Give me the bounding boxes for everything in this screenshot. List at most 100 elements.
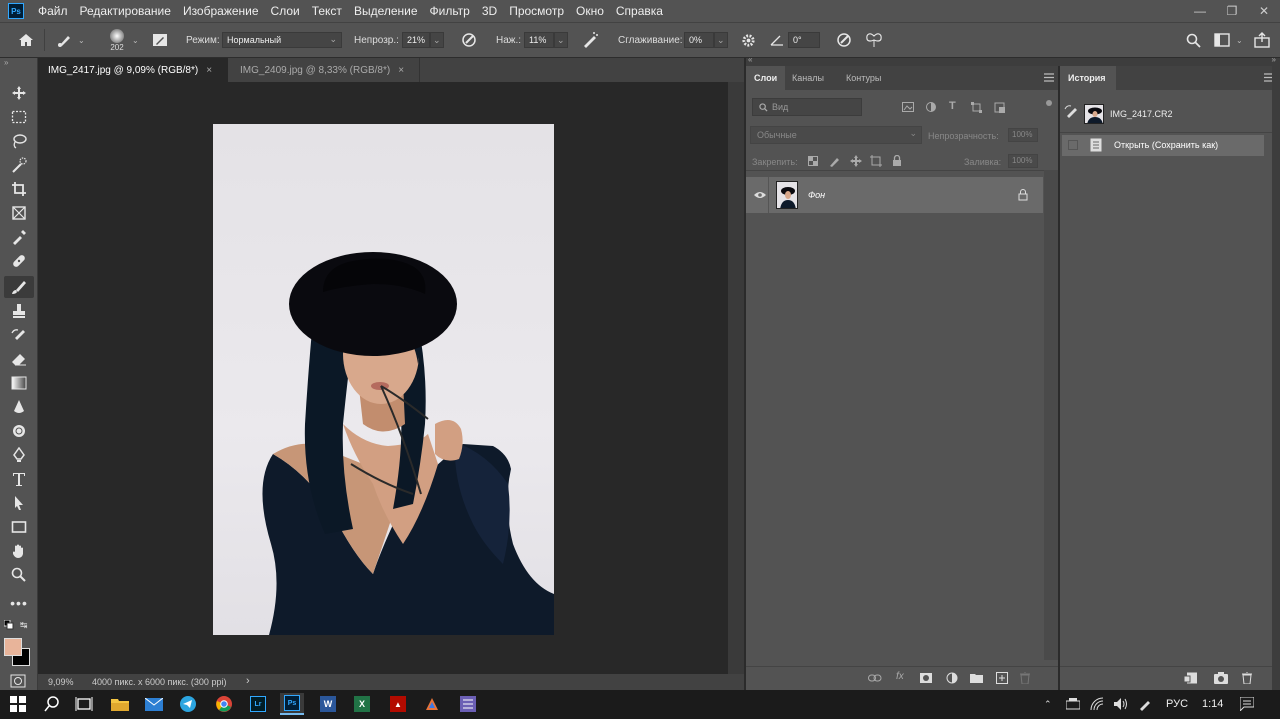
snapshot-name[interactable]: IMG_2417.CR2 bbox=[1110, 109, 1173, 119]
path-selection-tool-icon[interactable] bbox=[4, 492, 34, 514]
layer-opacity-field[interactable]: 100% bbox=[1008, 128, 1038, 142]
clone-stamp-tool-icon[interactable] bbox=[4, 300, 34, 322]
menu-help[interactable]: Справка bbox=[610, 0, 669, 22]
gear-icon[interactable] bbox=[738, 23, 758, 57]
close-tab-icon[interactable]: × bbox=[206, 65, 212, 76]
crop-tool-icon[interactable] bbox=[4, 178, 34, 200]
show-hidden-icons-icon[interactable]: ⌃ bbox=[1044, 699, 1052, 710]
lightroom-icon[interactable]: Lr bbox=[246, 693, 270, 715]
chevron-down-icon[interactable]: ⌄ bbox=[78, 23, 85, 57]
chevron-down-icon[interactable]: ⌄ bbox=[1236, 23, 1243, 57]
filter-toggle-icon[interactable] bbox=[1046, 100, 1052, 106]
pen-input-icon[interactable] bbox=[1138, 697, 1152, 714]
camera-snapshot-icon[interactable] bbox=[1214, 672, 1228, 687]
new-group-icon[interactable] bbox=[970, 673, 983, 686]
excel-icon[interactable]: X bbox=[350, 693, 374, 715]
search-icon[interactable] bbox=[40, 693, 64, 715]
menu-filter[interactable]: Фильтр bbox=[424, 0, 476, 22]
vertical-scrollbar[interactable] bbox=[728, 82, 744, 674]
mail-icon[interactable] bbox=[142, 693, 166, 715]
smoothing-field[interactable]: 0% ⌄ bbox=[684, 23, 728, 57]
history-item[interactable]: Открыть (Сохранить как) bbox=[1062, 135, 1264, 156]
dodge-tool-icon[interactable] bbox=[4, 420, 34, 442]
filter-type-icon[interactable]: T bbox=[949, 100, 956, 112]
collapse-panels-icon[interactable]: » bbox=[1272, 55, 1276, 64]
delete-state-icon[interactable] bbox=[1242, 671, 1252, 687]
fill-field[interactable]: 100% bbox=[1008, 154, 1038, 168]
file-explorer-icon[interactable] bbox=[108, 693, 132, 715]
rectangle-tool-icon[interactable] bbox=[4, 516, 34, 538]
type-tool-icon[interactable] bbox=[4, 468, 34, 490]
zoom-level[interactable]: 9,09% bbox=[48, 677, 74, 687]
menu-view[interactable]: Просмотр bbox=[503, 0, 570, 22]
chevron-down-icon[interactable]: ⌄ bbox=[132, 23, 139, 57]
menu-layers[interactable]: Слои bbox=[265, 0, 306, 22]
panel-menu-icon[interactable] bbox=[1044, 73, 1054, 85]
close-icon[interactable]: ✕ bbox=[1248, 0, 1280, 22]
language-indicator[interactable]: РУС bbox=[1166, 698, 1188, 710]
pressure-opacity-icon[interactable] bbox=[458, 23, 480, 57]
gradient-tool-icon[interactable] bbox=[4, 372, 34, 394]
default-colors-icon[interactable] bbox=[3, 619, 14, 630]
minimize-icon[interactable]: — bbox=[1184, 0, 1216, 22]
opacity-field[interactable]: 21% ⌄ bbox=[402, 23, 444, 57]
network-device-icon[interactable] bbox=[1065, 698, 1081, 713]
pressure-size-icon[interactable] bbox=[834, 23, 854, 57]
layer-name[interactable]: Фон bbox=[808, 190, 825, 200]
right-dock-strip[interactable] bbox=[1272, 66, 1280, 690]
share-icon[interactable] bbox=[1252, 23, 1272, 57]
acrobat-icon[interactable]: ▲ bbox=[386, 693, 410, 715]
lock-position-icon[interactable] bbox=[850, 155, 862, 170]
collapse-panels-icon[interactable]: « bbox=[748, 55, 752, 64]
filter-pixel-icon[interactable] bbox=[902, 102, 914, 115]
tab-img-2409[interactable]: IMG_2409.jpg @ 8,33% (RGB/8*) × bbox=[230, 58, 420, 82]
notification-icon[interactable] bbox=[1239, 696, 1255, 714]
lock-all-icon[interactable] bbox=[892, 154, 902, 170]
chevron-down-icon[interactable]: ⌄ bbox=[554, 32, 568, 48]
clock[interactable]: 1:14 bbox=[1202, 698, 1223, 710]
tab-layers[interactable]: Слои bbox=[746, 66, 786, 90]
layer-lock-icon[interactable] bbox=[1018, 189, 1028, 204]
quick-mask-icon[interactable] bbox=[10, 674, 26, 691]
brush-size-picker[interactable]: 202 bbox=[102, 23, 132, 57]
history-brush-source-icon[interactable] bbox=[1064, 104, 1080, 121]
eyedropper-tool-icon[interactable] bbox=[4, 226, 34, 248]
calculator-app-icon[interactable] bbox=[456, 693, 480, 715]
home-icon[interactable] bbox=[14, 23, 38, 57]
photoshop-taskbar-icon[interactable]: Ps bbox=[280, 693, 304, 715]
lock-pixels-icon[interactable] bbox=[828, 155, 840, 170]
volume-icon[interactable] bbox=[1114, 698, 1128, 713]
eraser-tool-icon[interactable] bbox=[4, 348, 34, 370]
layers-scrollbar[interactable] bbox=[1044, 170, 1058, 660]
menu-select[interactable]: Выделение bbox=[348, 0, 424, 22]
add-mask-icon[interactable] bbox=[920, 673, 932, 686]
mode-select[interactable]: Нормальный ⌄ bbox=[222, 23, 342, 57]
close-tab-icon[interactable]: × bbox=[398, 65, 404, 76]
history-checkbox[interactable] bbox=[1068, 140, 1078, 150]
tab-channels[interactable]: Каналы bbox=[784, 66, 832, 90]
link-layers-icon[interactable] bbox=[868, 673, 882, 686]
search-icon[interactable] bbox=[1184, 23, 1202, 57]
wifi-icon[interactable] bbox=[1090, 697, 1104, 714]
word-icon[interactable]: W bbox=[316, 693, 340, 715]
zoom-tool-icon[interactable] bbox=[4, 564, 34, 586]
fx-icon[interactable]: fx bbox=[896, 671, 904, 682]
chevron-down-icon[interactable]: ⌄ bbox=[430, 32, 444, 48]
lock-transparency-icon[interactable] bbox=[808, 156, 818, 169]
airbrush-icon[interactable] bbox=[580, 23, 602, 57]
menu-3d[interactable]: 3D bbox=[476, 0, 503, 22]
new-layer-icon[interactable] bbox=[996, 672, 1008, 687]
chrome-icon[interactable] bbox=[212, 693, 236, 715]
foreground-color-swatch[interactable] bbox=[4, 638, 22, 656]
angle-field[interactable]: 0° bbox=[788, 23, 820, 57]
new-document-from-state-icon[interactable] bbox=[1183, 672, 1198, 687]
menu-edit[interactable]: Редактирование bbox=[74, 0, 177, 22]
canvas-area[interactable] bbox=[38, 82, 728, 674]
photoshop-logo-icon[interactable]: Ps bbox=[8, 3, 24, 19]
healing-brush-tool-icon[interactable] bbox=[4, 250, 34, 272]
tab-history[interactable]: История bbox=[1060, 66, 1116, 90]
filter-shape-icon[interactable] bbox=[971, 102, 982, 116]
brush-preset-icon[interactable] bbox=[54, 23, 76, 57]
chevron-down-icon[interactable]: ⌄ bbox=[714, 32, 728, 48]
app-tool-icon[interactable] bbox=[420, 693, 444, 715]
